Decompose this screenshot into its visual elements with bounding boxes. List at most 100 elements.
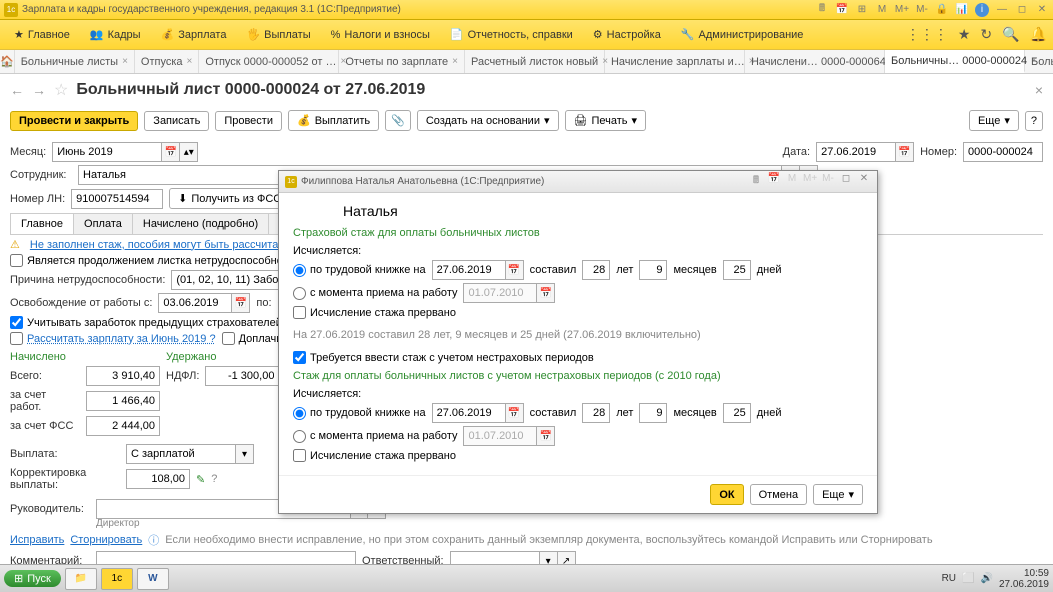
start-button[interactable]: ⊞Пуск: [4, 570, 61, 587]
dialog-titlebar[interactable]: 1c Филиппова Наталья Анатольевна (1С:Пре…: [279, 171, 877, 193]
titlebar-icon[interactable]: M-: [915, 3, 929, 17]
menu-main[interactable]: ★Главное: [6, 24, 78, 45]
edit-icon[interactable]: ✎: [196, 473, 205, 486]
attach-button[interactable]: 📎: [385, 110, 411, 131]
ok-button[interactable]: ОК: [710, 484, 743, 505]
menu-payments[interactable]: 🖐Выплаты: [238, 24, 318, 45]
titlebar-icon[interactable]: 📅: [835, 3, 849, 17]
calc-june-checkbox[interactable]: Рассчитать зарплату за Июнь 2019 ?: [10, 332, 216, 345]
dialog-icon[interactable]: 🖩: [749, 173, 763, 190]
post-button[interactable]: Провести: [215, 111, 282, 131]
inner-tab-payment[interactable]: Оплата: [73, 213, 133, 234]
create-based-button[interactable]: Создать на основании ▾: [417, 110, 559, 131]
dialog-icon[interactable]: 📅: [767, 173, 781, 190]
tab-active[interactable]: Больничны… 0000-000024×: [885, 50, 1025, 73]
search-icon[interactable]: 🔍: [1002, 26, 1019, 43]
total-field[interactable]: [86, 366, 160, 386]
dialog-close-icon[interactable]: ✕: [857, 173, 871, 190]
print-button[interactable]: 🖨Печать ▾: [565, 110, 647, 131]
titlebar-icon[interactable]: 🖩: [815, 3, 829, 17]
close-icon[interactable]: ✕: [1035, 3, 1049, 17]
dialog-icon[interactable]: M+: [803, 173, 817, 190]
dropdown-icon[interactable]: ▾: [236, 444, 254, 464]
titlebar-icon[interactable]: 🔒: [935, 3, 949, 17]
consider-prev-checkbox[interactable]: Учитывать заработок предыдущих страховат…: [10, 316, 282, 329]
inner-tab-main[interactable]: Главное: [10, 213, 74, 234]
bell-icon[interactable]: 🔔: [1030, 26, 1047, 43]
continuation-checkbox[interactable]: Является продолжением листка нетрудоспос…: [10, 254, 303, 267]
tab[interactable]: Отчеты по зарплате×: [339, 50, 465, 73]
number-field[interactable]: [963, 142, 1043, 162]
inner-tab-accrued[interactable]: Начислено (подробно): [132, 213, 269, 234]
dialog-more-button[interactable]: Еще ▾: [813, 484, 863, 505]
book-date-field2[interactable]: [432, 403, 506, 423]
taskbar-item[interactable]: W: [137, 568, 169, 590]
close-tab-icon[interactable]: ×: [187, 56, 193, 67]
titlebar-icon[interactable]: ⊞: [855, 3, 869, 17]
help-button[interactable]: ?: [1025, 111, 1043, 131]
calendar-icon[interactable]: 📅: [162, 142, 180, 162]
tab[interactable]: Начислени… 0000-000064×: [745, 50, 885, 73]
nav-back-icon[interactable]: ←: [10, 82, 24, 98]
interrupted-checkbox2[interactable]: Исчисление стажа прервано: [293, 449, 456, 462]
menu-admin[interactable]: 🔧Администрирование: [673, 24, 812, 45]
favorite-icon[interactable]: ★: [958, 26, 971, 43]
ln-field[interactable]: [71, 189, 163, 209]
titlebar-icon[interactable]: 📊: [955, 3, 969, 17]
save-button[interactable]: Записать: [144, 111, 209, 131]
interrupted-checkbox[interactable]: Исчисление стажа прервано: [293, 306, 456, 319]
tray-icon[interactable]: 🔊: [980, 573, 992, 584]
stepper-icon[interactable]: ▴▾: [180, 142, 198, 162]
dialog-icon[interactable]: M-: [821, 173, 835, 190]
by-book-radio[interactable]: по трудовой книжке на: [293, 264, 426, 277]
calendar-icon[interactable]: 📅: [506, 403, 524, 423]
need-nonins-checkbox[interactable]: Требуется ввести стаж с учетом нестрахов…: [293, 351, 594, 364]
calendar-icon[interactable]: 📅: [506, 260, 524, 280]
days-field[interactable]: [723, 260, 751, 280]
apps-icon[interactable]: ⋮⋮⋮: [906, 26, 948, 43]
titlebar-icon[interactable]: M+: [895, 3, 909, 17]
close-tab-icon[interactable]: ×: [122, 56, 128, 67]
months-field[interactable]: [639, 260, 667, 280]
years-field[interactable]: [582, 260, 610, 280]
maximize-icon[interactable]: ◻: [1015, 3, 1029, 17]
month-field[interactable]: [52, 142, 162, 162]
help-icon[interactable]: ?: [211, 473, 217, 485]
lang-indicator[interactable]: RU: [942, 573, 956, 584]
corr-field[interactable]: [126, 469, 190, 489]
since-hire-radio2[interactable]: с момента приема на работу: [293, 430, 457, 443]
book-date-field[interactable]: [432, 260, 506, 280]
tab[interactable]: Расчетный листок новый×: [465, 50, 605, 73]
menu-settings[interactable]: ⚙Настройка: [585, 24, 669, 45]
cancel-button[interactable]: Отмена: [750, 484, 807, 505]
calendar-icon[interactable]: 📅: [896, 142, 914, 162]
tab[interactable]: Отпуска×: [135, 50, 199, 73]
get-fss-button[interactable]: ⬇Получить из ФСС: [169, 188, 290, 209]
ndfl-field[interactable]: [205, 366, 279, 386]
dialog-icon[interactable]: M: [785, 173, 799, 190]
tab[interactable]: Больничный лист 0000-…×: [1025, 50, 1053, 73]
close-document-icon[interactable]: ×: [1035, 82, 1043, 98]
tray-icon[interactable]: ⬜: [962, 573, 974, 584]
menu-personnel[interactable]: 👥Кадры: [82, 24, 149, 45]
menu-salary[interactable]: 💰Зарплата: [153, 24, 235, 45]
help-icon[interactable]: i: [975, 3, 989, 17]
days-field2[interactable]: [723, 403, 751, 423]
taskbar-item[interactable]: 📁: [65, 568, 97, 590]
months-field2[interactable]: [639, 403, 667, 423]
storno-link[interactable]: Сторнировать: [70, 534, 142, 546]
pay-button[interactable]: 💰Выплатить: [288, 110, 379, 131]
years-field2[interactable]: [582, 403, 610, 423]
calendar-icon[interactable]: 📅: [232, 293, 250, 313]
tab[interactable]: Отпуск 0000-000052 от …×: [199, 50, 339, 73]
since-hire-radio[interactable]: с момента приема на работу: [293, 287, 457, 300]
close-tab-icon[interactable]: ×: [452, 56, 458, 67]
minimize-icon[interactable]: —: [995, 3, 1009, 17]
home-tab[interactable]: 🏠: [0, 50, 15, 73]
payment-field[interactable]: [126, 444, 236, 464]
post-and-close-button[interactable]: Провести и закрыть: [10, 111, 138, 131]
menu-reports[interactable]: 📄Отчетность, справки: [442, 24, 581, 45]
date-field[interactable]: [816, 142, 896, 162]
titlebar-icon[interactable]: M: [875, 3, 889, 17]
dialog-restore-icon[interactable]: ◻: [839, 173, 853, 190]
